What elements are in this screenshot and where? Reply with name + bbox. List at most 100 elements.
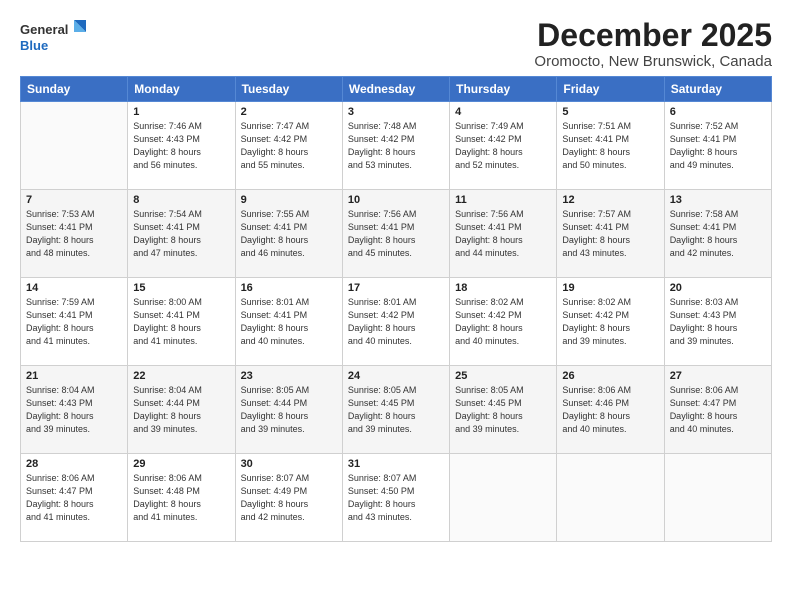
calendar-cell: 3 Sunrise: 7:48 AM Sunset: 4:42 PM Daylig… xyxy=(342,102,449,190)
day-header-friday: Friday xyxy=(557,77,664,102)
calendar-cell: 7 Sunrise: 7:53 AM Sunset: 4:41 PM Daylig… xyxy=(21,190,128,278)
calendar-cell: 17Sunrise: 8:01 AM Sunset: 4:42 PM Dayli… xyxy=(342,278,449,366)
day-number: 4 xyxy=(455,106,551,118)
day-info: Sunrise: 8:04 AM Sunset: 4:44 PM Dayligh… xyxy=(133,384,229,436)
calendar-cell: 22 Sunrise: 8:04 AM Sunset: 4:44 PM Dayli… xyxy=(128,366,235,454)
calendar-cell: 2 Sunrise: 7:47 AM Sunset: 4:42 PM Daylig… xyxy=(235,102,342,190)
week-row-3: 14Sunrise: 7:59 AM Sunset: 4:41 PM Dayli… xyxy=(21,278,772,366)
page-container: General Blue December 2025 Oromocto, New… xyxy=(0,0,792,552)
day-info: Sunrise: 8:05 AM Sunset: 4:45 PM Dayligh… xyxy=(348,384,444,436)
day-number: 5 xyxy=(562,106,658,118)
day-header-wednesday: Wednesday xyxy=(342,77,449,102)
calendar-cell xyxy=(450,454,557,542)
day-info: Sunrise: 8:06 AM Sunset: 4:46 PM Dayligh… xyxy=(562,384,658,436)
day-info: Sunrise: 8:06 AM Sunset: 4:48 PM Dayligh… xyxy=(133,472,229,524)
calendar-cell: 4 Sunrise: 7:49 AM Sunset: 4:42 PM Daylig… xyxy=(450,102,557,190)
day-info: Sunrise: 7:51 AM Sunset: 4:41 PM Dayligh… xyxy=(562,120,658,172)
day-number: 1 xyxy=(133,106,229,118)
day-info: Sunrise: 7:47 AM Sunset: 4:42 PM Dayligh… xyxy=(241,120,337,172)
calendar-cell: 20 Sunrise: 8:03 AM Sunset: 4:43 PM Dayli… xyxy=(664,278,771,366)
calendar-cell: 16 Sunrise: 8:01 AM Sunset: 4:41 PM Dayli… xyxy=(235,278,342,366)
day-info: Sunrise: 8:07 AM Sunset: 4:49 PM Dayligh… xyxy=(241,472,337,524)
calendar-cell: 10 Sunrise: 7:56 AM Sunset: 4:41 PM Dayli… xyxy=(342,190,449,278)
day-number: 16 xyxy=(241,282,337,294)
day-info: Sunrise: 8:07 AM Sunset: 4:50 PM Dayligh… xyxy=(348,472,444,524)
calendar-cell: 15 Sunrise: 8:00 AM Sunset: 4:41 PM Dayli… xyxy=(128,278,235,366)
calendar-cell: 25 Sunrise: 8:05 AM Sunset: 4:45 PM Dayli… xyxy=(450,366,557,454)
day-info: Sunrise: 8:02 AM Sunset: 4:42 PM Dayligh… xyxy=(455,296,551,348)
day-info: Sunrise: 8:05 AM Sunset: 4:45 PM Dayligh… xyxy=(455,384,551,436)
day-number: 8 xyxy=(133,194,229,206)
day-info: Sunrise: 8:06 AM Sunset: 4:47 PM Dayligh… xyxy=(670,384,766,436)
calendar-cell: 30 Sunrise: 8:07 AM Sunset: 4:49 PM Dayli… xyxy=(235,454,342,542)
day-info: Sunrise: 8:04 AM Sunset: 4:43 PM Dayligh… xyxy=(26,384,122,436)
week-row-5: 28Sunrise: 8:06 AM Sunset: 4:47 PM Dayli… xyxy=(21,454,772,542)
day-info: Sunrise: 7:48 AM Sunset: 4:42 PM Dayligh… xyxy=(348,120,444,172)
day-info: Sunrise: 7:54 AM Sunset: 4:41 PM Dayligh… xyxy=(133,208,229,260)
logo: General Blue xyxy=(20,18,90,60)
day-number: 19 xyxy=(562,282,658,294)
day-info: Sunrise: 8:01 AM Sunset: 4:41 PM Dayligh… xyxy=(241,296,337,348)
day-info: Sunrise: 8:00 AM Sunset: 4:41 PM Dayligh… xyxy=(133,296,229,348)
calendar-cell: 21 Sunrise: 8:04 AM Sunset: 4:43 PM Dayli… xyxy=(21,366,128,454)
day-number: 30 xyxy=(241,458,337,470)
day-header-saturday: Saturday xyxy=(664,77,771,102)
calendar-cell: 1Sunrise: 7:46 AM Sunset: 4:43 PM Daylig… xyxy=(128,102,235,190)
day-info: Sunrise: 7:57 AM Sunset: 4:41 PM Dayligh… xyxy=(562,208,658,260)
header: General Blue December 2025 Oromocto, New… xyxy=(20,18,772,70)
calendar-cell xyxy=(21,102,128,190)
day-info: Sunrise: 7:49 AM Sunset: 4:42 PM Dayligh… xyxy=(455,120,551,172)
day-number: 11 xyxy=(455,194,551,206)
calendar-cell: 19 Sunrise: 8:02 AM Sunset: 4:42 PM Dayli… xyxy=(557,278,664,366)
day-number: 10 xyxy=(348,194,444,206)
day-number: 28 xyxy=(26,458,122,470)
day-header-thursday: Thursday xyxy=(450,77,557,102)
day-number: 18 xyxy=(455,282,551,294)
calendar-cell: 5 Sunrise: 7:51 AM Sunset: 4:41 PM Daylig… xyxy=(557,102,664,190)
day-number: 9 xyxy=(241,194,337,206)
day-number: 3 xyxy=(348,106,444,118)
day-info: Sunrise: 7:53 AM Sunset: 4:41 PM Dayligh… xyxy=(26,208,122,260)
calendar-cell xyxy=(664,454,771,542)
week-row-4: 21 Sunrise: 8:04 AM Sunset: 4:43 PM Dayli… xyxy=(21,366,772,454)
day-info: Sunrise: 7:55 AM Sunset: 4:41 PM Dayligh… xyxy=(241,208,337,260)
day-number: 21 xyxy=(26,370,122,382)
day-number: 2 xyxy=(241,106,337,118)
day-info: Sunrise: 7:59 AM Sunset: 4:41 PM Dayligh… xyxy=(26,296,122,348)
svg-text:Blue: Blue xyxy=(20,38,48,53)
day-number: 22 xyxy=(133,370,229,382)
day-info: Sunrise: 8:03 AM Sunset: 4:43 PM Dayligh… xyxy=(670,296,766,348)
day-number: 17 xyxy=(348,282,444,294)
calendar-title: December 2025 xyxy=(534,18,772,53)
day-number: 12 xyxy=(562,194,658,206)
day-number: 15 xyxy=(133,282,229,294)
title-block: December 2025 Oromocto, New Brunswick, C… xyxy=(534,18,772,70)
calendar-cell: 12 Sunrise: 7:57 AM Sunset: 4:41 PM Dayli… xyxy=(557,190,664,278)
calendar-cell: 9 Sunrise: 7:55 AM Sunset: 4:41 PM Daylig… xyxy=(235,190,342,278)
calendar-cell: 6 Sunrise: 7:52 AM Sunset: 4:41 PM Daylig… xyxy=(664,102,771,190)
day-number: 29 xyxy=(133,458,229,470)
calendar-cell: 28Sunrise: 8:06 AM Sunset: 4:47 PM Dayli… xyxy=(21,454,128,542)
week-row-1: 1Sunrise: 7:46 AM Sunset: 4:43 PM Daylig… xyxy=(21,102,772,190)
day-header-tuesday: Tuesday xyxy=(235,77,342,102)
calendar-cell: 18 Sunrise: 8:02 AM Sunset: 4:42 PM Dayli… xyxy=(450,278,557,366)
calendar-cell: 29 Sunrise: 8:06 AM Sunset: 4:48 PM Dayli… xyxy=(128,454,235,542)
day-info: Sunrise: 8:02 AM Sunset: 4:42 PM Dayligh… xyxy=(562,296,658,348)
day-number: 7 xyxy=(26,194,122,206)
calendar-cell: 23Sunrise: 8:05 AM Sunset: 4:44 PM Dayli… xyxy=(235,366,342,454)
day-number: 23 xyxy=(241,370,337,382)
day-number: 26 xyxy=(562,370,658,382)
day-header-sunday: Sunday xyxy=(21,77,128,102)
calendar-cell xyxy=(557,454,664,542)
day-number: 20 xyxy=(670,282,766,294)
calendar-header-row: SundayMondayTuesdayWednesdayThursdayFrid… xyxy=(21,77,772,102)
calendar-cell: 8 Sunrise: 7:54 AM Sunset: 4:41 PM Daylig… xyxy=(128,190,235,278)
day-info: Sunrise: 7:56 AM Sunset: 4:41 PM Dayligh… xyxy=(348,208,444,260)
day-info: Sunrise: 7:52 AM Sunset: 4:41 PM Dayligh… xyxy=(670,120,766,172)
week-row-2: 7 Sunrise: 7:53 AM Sunset: 4:41 PM Daylig… xyxy=(21,190,772,278)
day-number: 6 xyxy=(670,106,766,118)
calendar-cell: 24Sunrise: 8:05 AM Sunset: 4:45 PM Dayli… xyxy=(342,366,449,454)
day-number: 25 xyxy=(455,370,551,382)
calendar-cell: 31Sunrise: 8:07 AM Sunset: 4:50 PM Dayli… xyxy=(342,454,449,542)
day-info: Sunrise: 7:56 AM Sunset: 4:41 PM Dayligh… xyxy=(455,208,551,260)
